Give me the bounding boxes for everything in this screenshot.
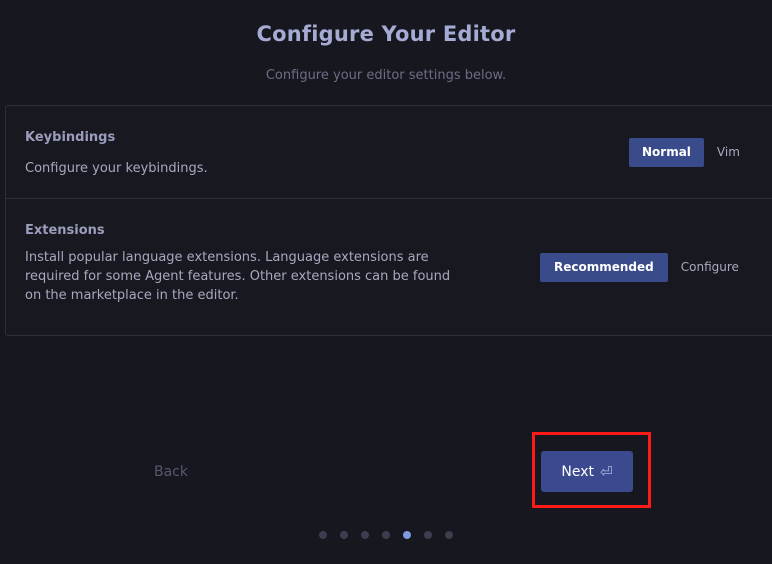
extensions-row: Extensions Install popular language exte… <box>6 199 772 336</box>
step-indicator <box>319 531 453 539</box>
keybindings-option-vim[interactable]: Vim <box>704 138 753 167</box>
step-dot <box>424 531 432 539</box>
back-button[interactable]: Back <box>154 464 188 480</box>
page-subtitle: Configure your editor settings below. <box>265 68 507 83</box>
step-dot <box>403 531 411 539</box>
extensions-description: Install popular language extensions. Lan… <box>25 250 451 303</box>
step-dot <box>361 531 369 539</box>
step-dot <box>319 531 327 539</box>
keybindings-description: Configure your keybindings. <box>25 161 208 176</box>
step-dot <box>445 531 453 539</box>
extensions-toggle: Recommended Configure <box>540 253 752 282</box>
page-title: Configure Your Editor <box>256 22 516 46</box>
onboarding-page: Configure Your Editor Configure your edi… <box>0 0 772 564</box>
keybindings-toggle: Normal Vim <box>629 138 753 167</box>
extensions-option-configure[interactable]: Configure <box>668 253 752 282</box>
step-dot <box>340 531 348 539</box>
next-button[interactable]: Next ⏎ <box>541 451 633 492</box>
keybindings-row: Keybindings Configure your keybindings. … <box>6 106 772 199</box>
settings-panel: Keybindings Configure your keybindings. … <box>5 105 772 336</box>
step-dot <box>382 531 390 539</box>
keybindings-option-normal[interactable]: Normal <box>629 138 704 167</box>
extensions-option-recommended[interactable]: Recommended <box>540 253 668 282</box>
enter-icon: ⏎ <box>600 462 613 481</box>
next-button-label: Next <box>561 463 595 480</box>
extensions-title: Extensions <box>25 223 105 238</box>
keybindings-title: Keybindings <box>25 130 116 145</box>
